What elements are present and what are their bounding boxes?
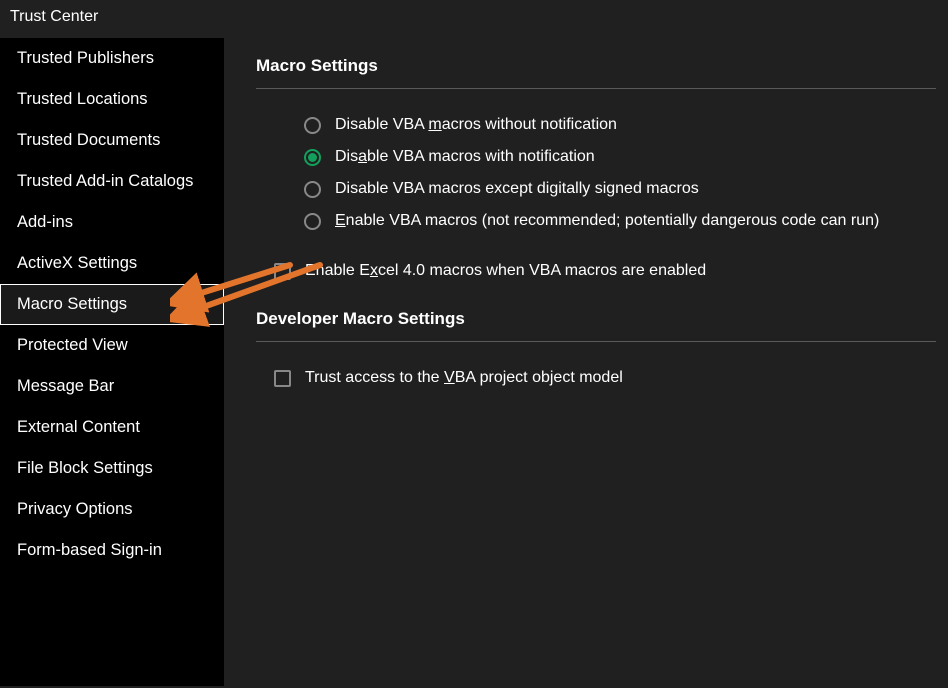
sidebar-item-form-based-signin[interactable]: Form-based Sign-in (0, 530, 224, 571)
sidebar-item-file-block-settings[interactable]: File Block Settings (0, 448, 224, 489)
developer-macro-settings-heading: Developer Macro Settings (256, 309, 936, 342)
radio-label: Disable VBA macros except digitally sign… (335, 180, 699, 198)
sidebar-item-privacy-options[interactable]: Privacy Options (0, 489, 224, 530)
checkbox-icon (274, 263, 291, 280)
trust-center-body: Trusted Publishers Trusted Locations Tru… (0, 38, 948, 686)
window-title: Trust Center (0, 0, 948, 38)
sidebar-item-trusted-addin-catalogs[interactable]: Trusted Add-in Catalogs (0, 161, 224, 202)
macro-settings-heading: Macro Settings (256, 56, 936, 89)
sidebar-item-trusted-locations[interactable]: Trusted Locations (0, 79, 224, 120)
radio-label: Disable VBA macros without notification (335, 116, 617, 134)
excel4-checkbox-section: Enable Excel 4.0 macros when VBA macros … (274, 255, 936, 287)
developer-checkbox-section: Trust access to the VBA project object m… (274, 362, 936, 394)
radio-disable-without-notification[interactable]: Disable VBA macros without notification (304, 109, 936, 141)
sidebar-item-trusted-publishers[interactable]: Trusted Publishers (0, 38, 224, 79)
sidebar-item-add-ins[interactable]: Add-ins (0, 202, 224, 243)
sidebar-item-activex-settings[interactable]: ActiveX Settings (0, 243, 224, 284)
sidebar-item-trusted-documents[interactable]: Trusted Documents (0, 120, 224, 161)
sidebar-item-message-bar[interactable]: Message Bar (0, 366, 224, 407)
checkbox-trust-vba-access[interactable]: Trust access to the VBA project object m… (274, 362, 936, 394)
checkbox-label: Enable Excel 4.0 macros when VBA macros … (305, 262, 706, 280)
sidebar: Trusted Publishers Trusted Locations Tru… (0, 38, 224, 686)
sidebar-item-macro-settings[interactable]: Macro Settings (0, 284, 224, 325)
radio-disable-except-signed[interactable]: Disable VBA macros except digitally sign… (304, 173, 936, 205)
radio-icon (304, 213, 321, 230)
radio-label: Enable VBA macros (not recommended; pote… (335, 212, 879, 230)
checkbox-enable-excel4-macros[interactable]: Enable Excel 4.0 macros when VBA macros … (274, 255, 936, 287)
radio-label: Disable VBA macros with notification (335, 148, 595, 166)
sidebar-item-external-content[interactable]: External Content (0, 407, 224, 448)
radio-enable-all[interactable]: Enable VBA macros (not recommended; pote… (304, 205, 936, 237)
checkbox-label: Trust access to the VBA project object m… (305, 369, 623, 387)
macro-radio-group: Disable VBA macros without notification … (304, 109, 936, 237)
sidebar-item-protected-view[interactable]: Protected View (0, 325, 224, 366)
radio-icon-checked (304, 149, 321, 166)
main-content: Macro Settings Disable VBA macros withou… (224, 38, 948, 686)
radio-icon (304, 181, 321, 198)
checkbox-icon (274, 370, 291, 387)
radio-icon (304, 117, 321, 134)
radio-disable-with-notification[interactable]: Disable VBA macros with notification (304, 141, 936, 173)
